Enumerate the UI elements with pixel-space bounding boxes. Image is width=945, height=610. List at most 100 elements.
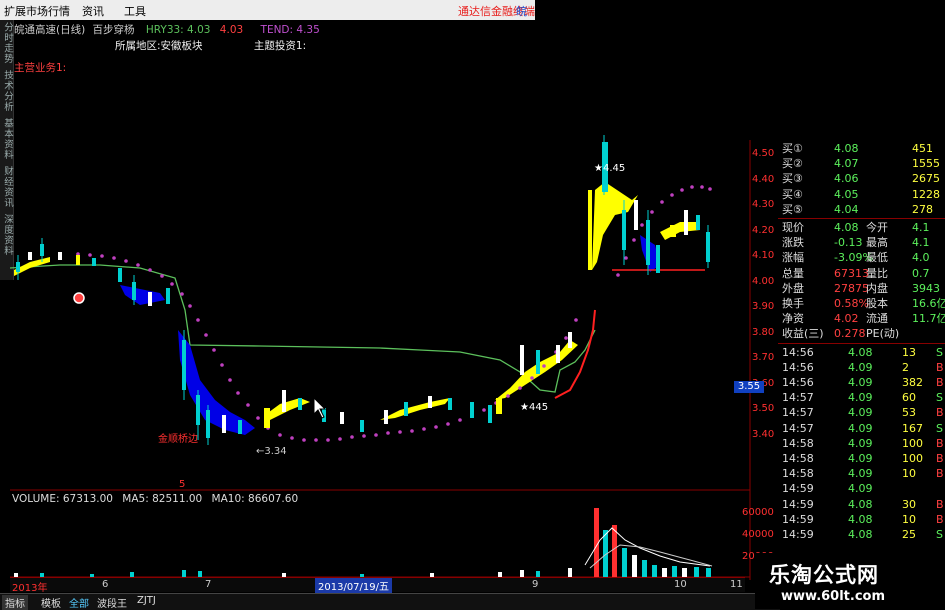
tick-row: 14:59 4.08 25 S [778,527,945,542]
bid-volume: 451 [912,142,933,155]
tick-price: 4.09 [848,436,873,450]
stat-key-2: 最高 [866,236,888,250]
tick-volume: 382 [902,376,923,389]
tick-direction: S [936,391,943,405]
tick-direction: S [936,421,943,435]
tab-all[interactable]: 全部 [66,595,92,610]
mid-price-marker: ★445 [520,402,549,413]
stat-row: 换手 0.58% 股本 16.6亿 [778,296,945,311]
current-price-tag: 3.55 [734,381,764,393]
stat-value-2: 4.0 [912,251,930,265]
price-tick: 4.00 [752,275,775,287]
tick-time: 14:57 [782,421,814,435]
stat-row: 净资 4.02 流通 11.7亿 [778,311,945,326]
tick-row: 14:56 4.09 382 B [778,375,945,390]
stat-key: 现价 [782,221,804,234]
bid-label: 买⑤ [782,202,803,216]
tick-time: 14:56 [782,376,814,389]
time-label: 7 [205,579,212,590]
price-tick: 3.90 [752,301,775,312]
tab-template[interactable]: 模板 [38,595,64,610]
price-tick: 3.50 [752,403,775,414]
price-tick: 3.70 [752,352,775,363]
pattern-label: 金顺桥边 [158,434,198,445]
time-label: 10 [674,579,687,590]
volume-tick: 60000 [742,507,774,518]
tick-volume: 10 [902,467,916,481]
tick-time: 14:56 [782,360,814,374]
tick-row: 14:57 4.09 60 S [778,390,945,405]
stat-value: -0.13 [834,236,863,250]
time-cursor-label: 2013/07/19/五 [315,578,393,593]
price-tick: 3.40 [752,428,775,440]
stat-key: 外盘 [782,281,804,295]
stat-value-2: 0.7 [912,266,930,280]
stat-key-2: PE(动) [866,327,900,341]
volume-bars [14,508,711,577]
stat-row: 涨幅 -3.09% 最低 4.0 [778,250,945,265]
tick-row: 14:59 4.08 10 B [778,512,945,527]
time-label: 2013年 [12,583,48,594]
stat-value: 4.08 [834,221,859,234]
stat-row: 外盘 27875 内盘 3943 [778,281,945,296]
tick-time: 14:58 [782,467,814,481]
stat-key-2: 最低 [866,251,888,265]
tick-price: 4.09 [848,391,873,405]
indicator-tabs: 指标 模板 全部 波段王 ZJTJ [0,593,780,610]
stat-key: 涨跌 [782,236,804,250]
bid-label: 买① [782,142,803,155]
tick-volume: 60 [902,391,916,405]
watermark-title: 乐淘公式网 [769,563,879,587]
stat-value: 67313 [834,266,869,280]
volume-tick: 40000 [742,529,774,540]
price-tick: 3.80 [752,326,775,338]
green-ma-line [9,264,596,393]
bid-row: 买④ 4.05 1228 [778,187,945,202]
tick-direction: B [936,512,944,526]
stat-key: 涨幅 [782,251,804,265]
tick-time: 14:59 [782,497,814,511]
tick-direction: B [936,452,944,465]
stat-key: 总量 [782,266,804,280]
stat-key-2: 股本 [866,297,888,310]
bid-row: 买① 4.08 451 [778,141,945,156]
tick-time: 14:57 [782,391,814,405]
bid-price: 4.05 [834,187,859,201]
tick-price: 4.08 [848,512,873,526]
tick-row: 14:58 4.09 10 B [778,466,945,481]
price-tick: 4.20 [752,224,775,236]
stat-value: 4.02 [834,312,859,326]
count-label: 5 [179,479,186,490]
tick-direction: B [936,467,944,481]
tab-band-king[interactable]: 波段王 [94,595,130,610]
bid-volume: 278 [912,202,933,216]
tab-indicator[interactable]: 指标 [2,595,28,610]
watermark: 乐淘公式网 www.60lt.com [755,553,945,609]
bid-price: 4.04 [834,202,859,216]
stat-row: 现价 4.08 今开 4.1 [778,220,945,235]
magenta-dot-curve [76,185,712,442]
tick-row: 14:56 4.08 13 S [778,345,945,360]
time-label: 6 [102,579,109,590]
signal-marker [73,292,85,304]
stat-value: 27875 [834,281,869,295]
tick-time: 14:58 [782,436,814,450]
yellow-ribbon-top [592,182,638,270]
price-tick: 4.50 [752,148,775,159]
tick-direction: B [936,436,944,450]
price-tick: 4.10 [752,250,775,261]
bid-volume: 1228 [912,187,940,201]
tick-time: 14:56 [782,345,814,359]
tick-direction: B [936,360,944,374]
bid-label: 买④ [782,187,803,201]
price-tick: 4.30 [752,199,775,210]
tick-price: 4.09 [848,406,873,420]
tick-row: 14:59 4.09 [778,481,945,496]
mouse-cursor [313,396,327,419]
tick-volume: 53 [902,406,916,420]
tick-row: 14:57 4.09 53 B [778,405,945,420]
tick-direction: S [936,528,943,541]
stat-key-2: 流通 [866,312,888,326]
tab-zjtj[interactable]: ZJTJ [134,595,159,606]
tick-price: 4.09 [848,467,873,481]
